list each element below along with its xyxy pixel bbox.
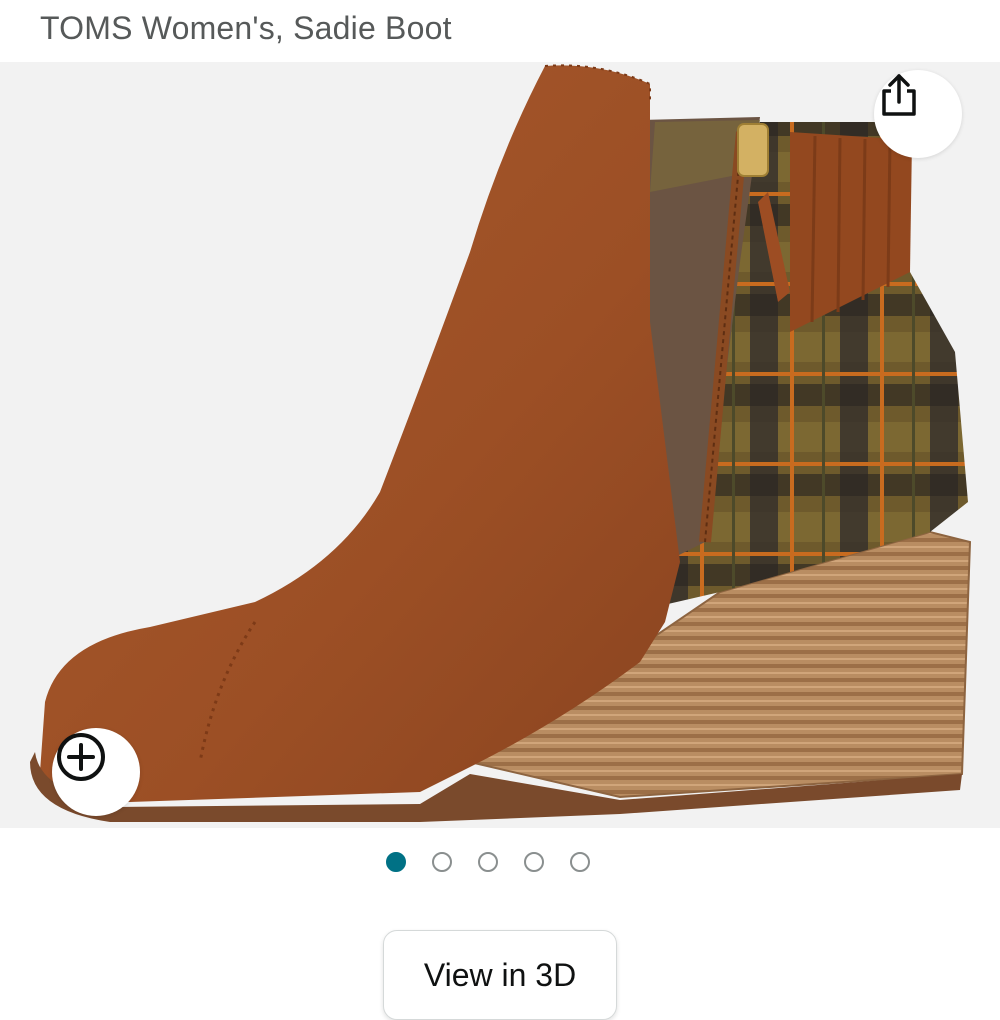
share-button[interactable] [874, 70, 962, 158]
pagination-dot-3[interactable] [478, 852, 498, 872]
pagination-dot-1[interactable] [386, 852, 406, 872]
product-title: TOMS Women's, Sadie Boot [40, 10, 452, 46]
pagination-dot-5[interactable] [570, 852, 590, 872]
share-icon [882, 74, 916, 116]
product-image-gallery[interactable] [0, 62, 1000, 828]
view-in-3d-button[interactable]: View in 3D [383, 930, 617, 1020]
product-image-boot [30, 64, 972, 822]
pagination-dot-4[interactable] [524, 852, 544, 872]
zoom-plus-icon [57, 733, 105, 781]
image-pagination [386, 848, 590, 876]
zoom-button[interactable] [52, 728, 140, 816]
pagination-dot-2[interactable] [432, 852, 452, 872]
